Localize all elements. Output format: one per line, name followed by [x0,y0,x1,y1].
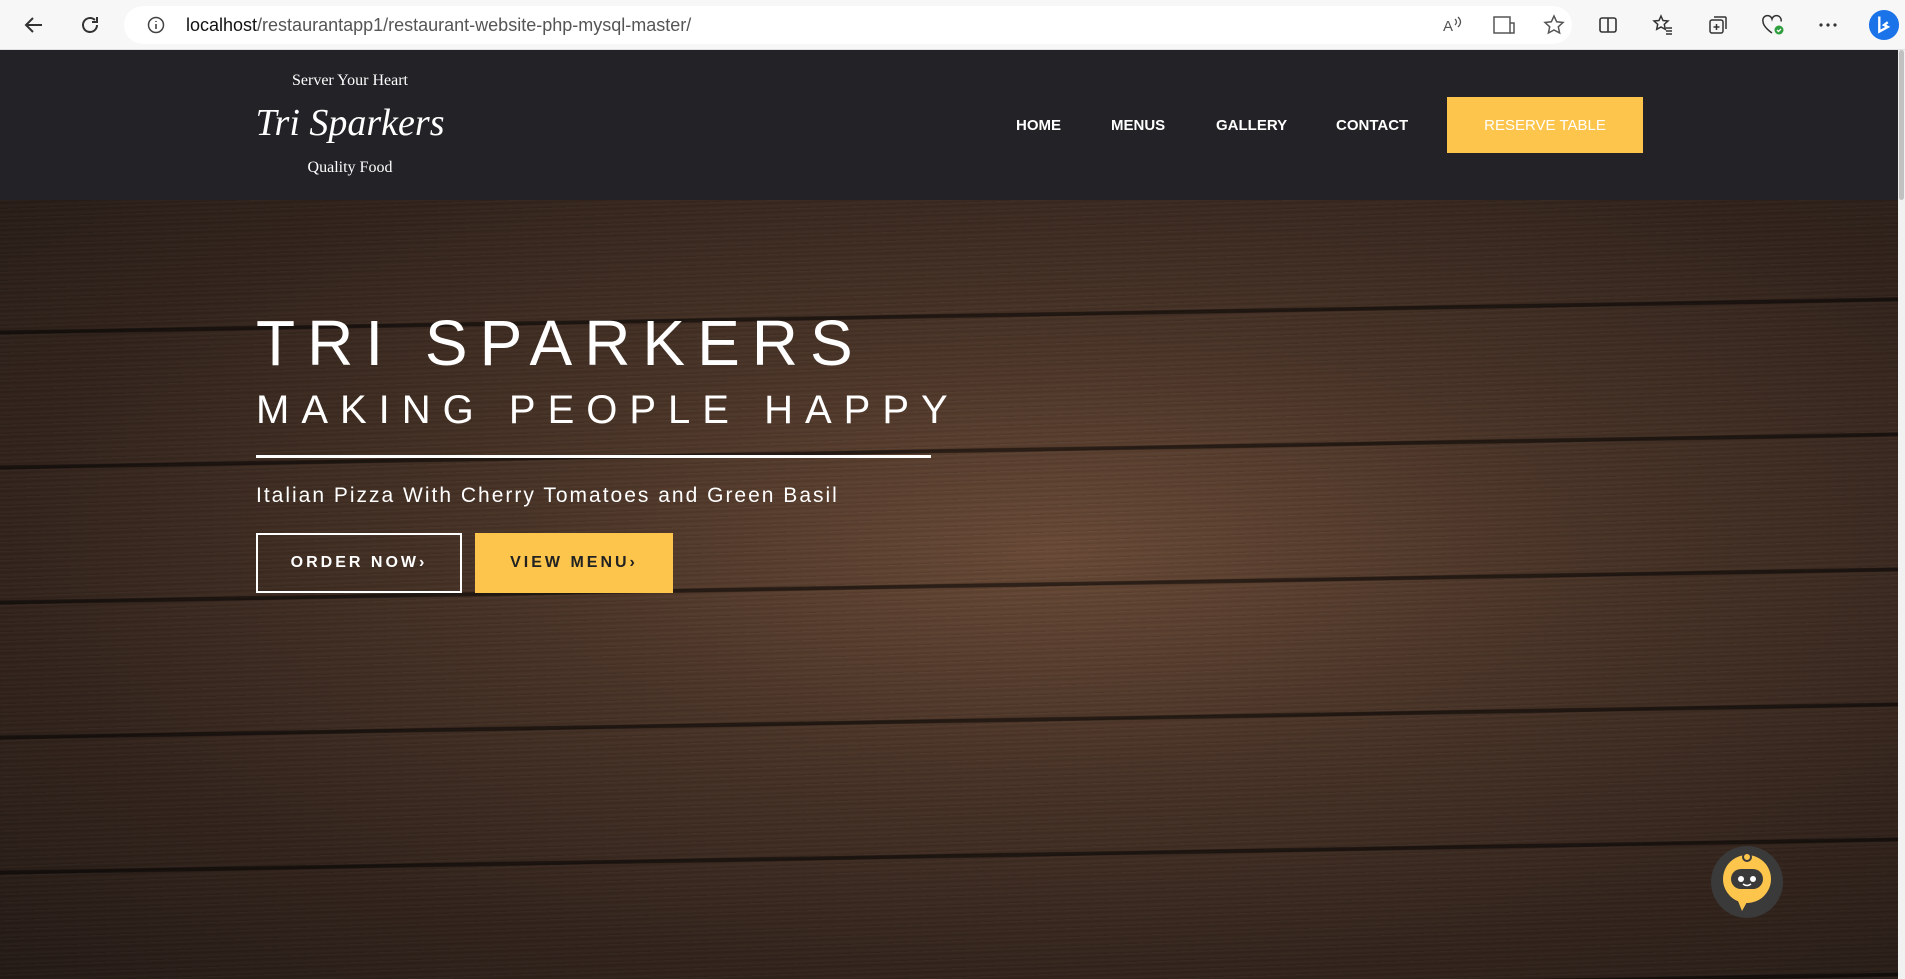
collections-icon[interactable] [1702,9,1734,41]
hero-divider [256,455,931,458]
reserve-table-button[interactable]: RESERVE TABLE [1447,97,1643,153]
more-icon[interactable] [1812,9,1844,41]
logo-tagline-bottom: Quality Food [307,159,393,176]
nav-home[interactable]: HOME [1016,117,1061,134]
browser-essentials-icon[interactable] [1757,9,1789,41]
info-icon[interactable] [146,15,166,35]
address-bar[interactable]: localhost/restaurantapp1/restaurant-webs… [124,6,1572,44]
logo-name: Tri Sparkers [255,102,445,144]
hero-section: TRI SPARKERS MAKING PEOPLE HAPPY Italian… [0,200,1905,979]
refresh-icon[interactable] [74,9,106,41]
immersive-reader-icon[interactable] [1492,13,1516,37]
nav-gallery[interactable]: GALLERY [1216,117,1287,134]
bing-icon[interactable] [1868,9,1900,41]
nav-contact[interactable]: CONTACT [1336,117,1408,134]
nav-menus[interactable]: MENUS [1111,117,1165,134]
view-menu-button[interactable]: VIEW MENU› [475,533,673,593]
hero-caption: Italian Pizza With Cherry Tomatoes and G… [256,484,839,507]
scrollbar-thumb[interactable] [1899,50,1904,200]
site-logo[interactable]: Server Your Heart Tri Sparkers Quality F… [250,68,450,198]
logo-tagline-top: Server Your Heart [292,72,408,89]
browser-toolbar: localhost/restaurantapp1/restaurant-webs… [0,0,1905,50]
chatbot-icon[interactable] [1711,846,1783,918]
hero-subtitle: MAKING PEOPLE HAPPY [256,388,960,432]
url-text[interactable]: localhost/restaurantapp1/restaurant-webs… [186,15,691,36]
favorite-star-icon[interactable] [1542,13,1566,37]
svg-text:A: A [1443,18,1453,35]
read-aloud-icon[interactable]: A [1440,13,1464,37]
order-now-button[interactable]: ORDER NOW› [256,533,462,593]
favorites-icon[interactable] [1647,9,1679,41]
hero-title: TRI SPARKERS [256,307,865,379]
back-icon[interactable] [18,9,50,41]
url-host: localhost [186,15,258,35]
url-path: /restaurantapp1/restaurant-website-php-m… [257,15,692,35]
split-screen-icon[interactable] [1592,9,1624,41]
scrollbar[interactable] [1898,50,1905,979]
